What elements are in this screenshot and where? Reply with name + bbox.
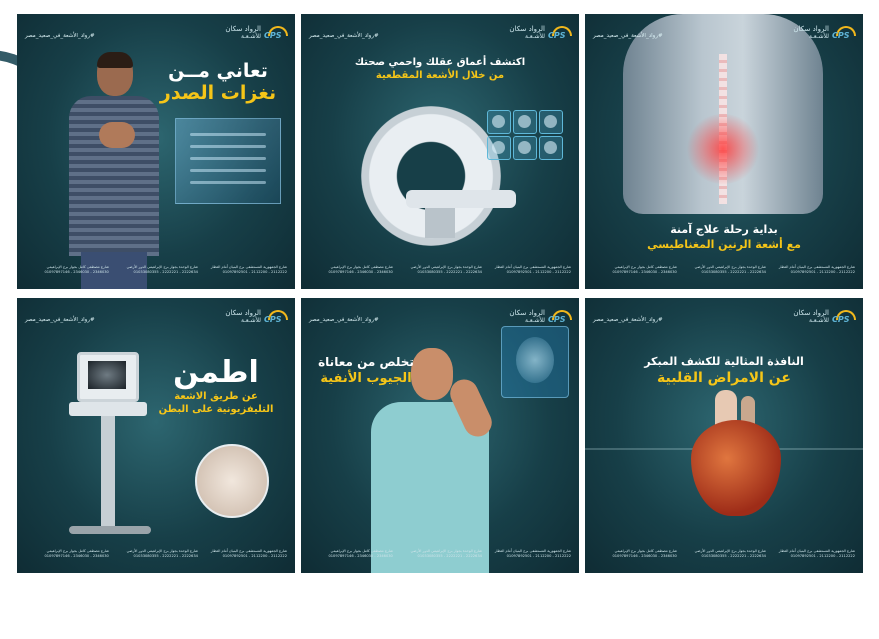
post-card-chest-pain[interactable]: #رواد_الأشعة_في_صعيد_مصر الرواد سكان للأش… [17, 14, 295, 289]
ultrasound-machine-image [69, 352, 151, 546]
address-3: شارع مصطفى كامل بجوار برج الإبراهيمي 234… [328, 265, 393, 274]
address-2: شارع الوحدة بجوار برج الإبراهيمي الدور ا… [410, 265, 482, 274]
address-1: شارع الجمهورية المستشفى برج البنيان أمام… [494, 265, 571, 274]
hashtag-tagline: #رواد_الأشعة_في_صعيد_مصر [593, 317, 663, 323]
footer-addresses: شارع الجمهورية المستشفى برج البنيان أمام… [593, 549, 855, 565]
address-2: شارع الوحدة بجوار برج الإبراهيمي الدور ا… [694, 265, 766, 274]
ct-scanner-base [425, 208, 455, 238]
brain-scan-image [487, 136, 511, 160]
brand-subname: للأشـعـة [524, 317, 545, 324]
ultrasound-exam-image [195, 444, 269, 518]
footer-addresses: شارع الجمهورية المستشفى برج البنيان أمام… [25, 549, 287, 565]
footer-addresses: شارع الجمهورية المستشفى برج البنيان أمام… [25, 265, 287, 281]
headline: بداية رحلة علاج آمنة مع أشعة الرنين المغ… [647, 223, 801, 251]
brain-scan-image [513, 136, 537, 160]
hashtag-tagline: #رواد_الأشعة_في_صعيد_مصر [25, 317, 95, 323]
hashtag-tagline: #رواد_الأشعة_في_صعيد_مصر [309, 33, 379, 39]
address-1: شارع الجمهورية المستشفى برج البنيان أمام… [778, 265, 855, 274]
brain-scan-image [539, 136, 563, 160]
footer-addresses: شارع الجمهورية المستشفى برج البنيان أمام… [593, 265, 855, 281]
address-3: شارع مصطفى كامل بجوار برج الإبراهيمي 234… [44, 265, 109, 274]
post-card-heart[interactable]: #رواد_الأشعة_في_صعيد_مصر الرواد سكان للأش… [585, 298, 863, 573]
address-2: شارع الوحدة بجوار برج الإبراهيمي الدور ا… [126, 265, 198, 274]
sinus-xray-image [501, 326, 569, 398]
brain-scan-image [487, 110, 511, 134]
address-1: شارع الجمهورية المستشفى برج البنيان أمام… [210, 265, 287, 274]
address-2: شارع الوحدة بجوار برج الإبراهيمي الدور ا… [694, 549, 766, 558]
address-3: شارع مصطفى كامل بجوار برج الإبراهيمي 234… [44, 549, 109, 558]
hashtag-tagline: #رواد_الأشعة_في_صعيد_مصر [593, 33, 663, 39]
brand-name: الرواد سكان [225, 309, 261, 317]
headline: تعاني مــن نغزات الصدر [159, 60, 277, 104]
address-3: شارع مصطفى كامل بجوار برج الإبراهيمي 234… [328, 549, 393, 558]
post-card-ultrasound[interactable]: #رواد_الأشعة_في_صعيد_مصر الرواد سكان للأش… [17, 298, 295, 573]
post-grid: #رواد_الأشعة_في_صعيد_مصر الرواد سكان للأش… [17, 14, 863, 577]
brain-scan-image [539, 110, 563, 134]
footer-addresses: شارع الجمهورية المستشفى برج البنيان أمام… [309, 265, 571, 281]
hashtag-tagline: #رواد_الأشعة_في_صعيد_مصر [309, 317, 379, 323]
headline: اطمن عن طريق الاشعة التليفزيونية على الب… [158, 355, 274, 416]
brand-name: الرواد سكان [225, 25, 261, 33]
brand-logo: الرواد سكان للأشـعـة CPS [509, 25, 572, 40]
post-card-ct-scan[interactable]: #رواد_الأشعة_في_صعيد_مصر الرواد سكان للأش… [301, 14, 579, 289]
cps-logo-icon: CPS [832, 310, 856, 324]
brand-name: الرواد سكان [509, 309, 545, 317]
headline: تخلص من معاناة الجيوب الأنفية [318, 355, 414, 386]
brand-logo: الرواد سكان للأشـعـة CPS [225, 309, 288, 324]
brand-logo: الرواد سكان للأشـعـة CPS [793, 25, 856, 40]
cps-logo-icon: CPS [548, 310, 572, 324]
post-card-sinus[interactable]: #رواد_الأشعة_في_صعيد_مصر الرواد سكان للأش… [301, 298, 579, 573]
cps-logo-icon: CPS [832, 26, 856, 40]
ct-scanner-bed [406, 190, 516, 208]
post-card-mri[interactable]: #رواد_الأشعة_في_صعيد_مصر الرواد سكان للأش… [585, 14, 863, 289]
address-1: شارع الجمهورية المستشفى برج البنيان أمام… [778, 549, 855, 558]
address-2: شارع الوحدة بجوار برج الإبراهيمي الدور ا… [126, 549, 198, 558]
brand-logo: الرواد سكان للأشـعـة CPS [793, 309, 856, 324]
address-3: شارع مصطفى كامل بجوار برج الإبراهيمي 234… [612, 265, 677, 274]
brand-name: الرواد سكان [793, 309, 829, 317]
cps-logo-icon: CPS [264, 26, 288, 40]
footer-addresses: شارع الجمهورية المستشفى برج البنيان أمام… [309, 549, 571, 565]
address-1: شارع الجمهورية المستشفى برج البنيان أمام… [494, 549, 571, 558]
brand-subname: للأشـعـة [240, 33, 261, 40]
headline: النافذة المثالية للكشف المبكر عن الامراض… [644, 355, 804, 386]
brand-logo: الرواد سكان للأشـعـة CPS [509, 309, 572, 324]
address-1: شارع الجمهورية المستشفى برج البنيان أمام… [210, 549, 287, 558]
brand-name: الرواد سكان [793, 25, 829, 33]
cps-logo-icon: CPS [264, 310, 288, 324]
chest-xray-image [175, 118, 281, 204]
brand-logo: الرواد سكان للأشـعـة CPS [225, 25, 288, 40]
hashtag-tagline: #رواد_الأشعة_في_صعيد_مصر [25, 33, 95, 39]
brain-scan-image [513, 110, 537, 134]
headline: اكتشف أعماق عقلك واحمي صحتك من خلال الأش… [354, 57, 526, 81]
address-3: شارع مصطفى كامل بجوار برج الإبراهيمي 234… [612, 549, 677, 558]
address-2: شارع الوحدة بجوار برج الإبراهيمي الدور ا… [410, 549, 482, 558]
brand-subname: للأشـعـة [524, 33, 545, 40]
brand-name: الرواد سكان [509, 25, 545, 33]
cps-logo-icon: CPS [548, 26, 572, 40]
heart-image [685, 390, 785, 520]
brand-subname: للأشـعـة [808, 317, 829, 324]
pain-highlight [685, 114, 761, 184]
brand-subname: للأشـعـة [808, 33, 829, 40]
brand-subname: للأشـعـة [240, 317, 261, 324]
